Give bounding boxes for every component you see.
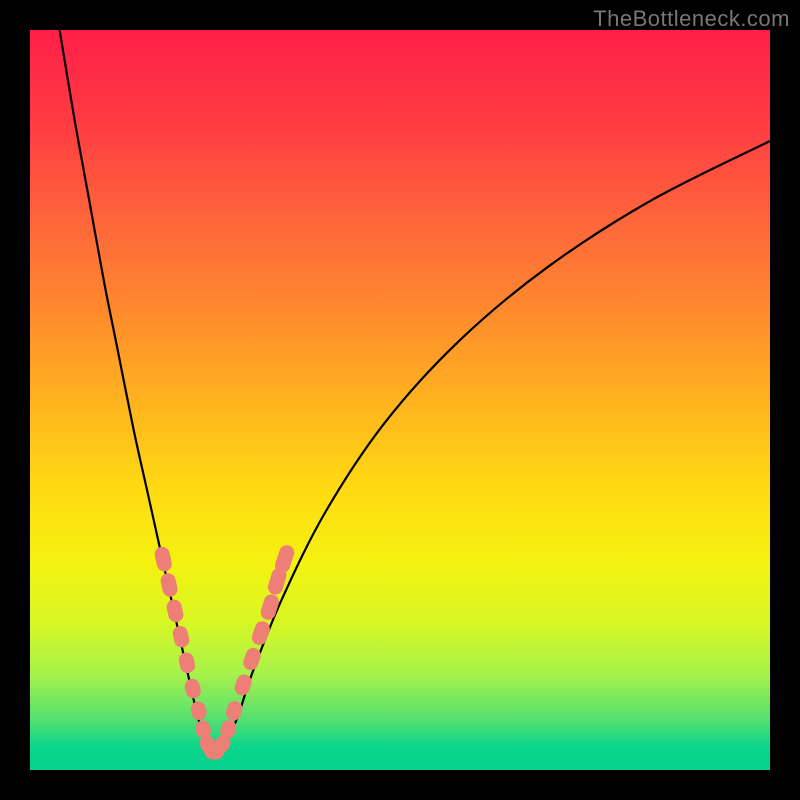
plot-area xyxy=(30,30,770,770)
highlighted-points-group xyxy=(153,543,296,762)
watermark-text: TheBottleneck.com xyxy=(593,6,790,32)
highlight-marker xyxy=(165,598,185,624)
curve-svg xyxy=(30,30,770,770)
highlight-marker xyxy=(159,572,179,599)
bottleneck-curve xyxy=(60,30,770,755)
highlight-marker xyxy=(171,625,190,650)
highlight-marker xyxy=(241,646,263,672)
highlight-marker xyxy=(183,677,202,700)
highlight-marker xyxy=(250,619,272,647)
highlight-marker xyxy=(189,700,208,722)
highlight-marker xyxy=(177,651,196,675)
highlight-marker xyxy=(259,593,281,622)
outer-frame: TheBottleneck.com xyxy=(0,0,800,800)
highlight-marker xyxy=(153,545,173,573)
